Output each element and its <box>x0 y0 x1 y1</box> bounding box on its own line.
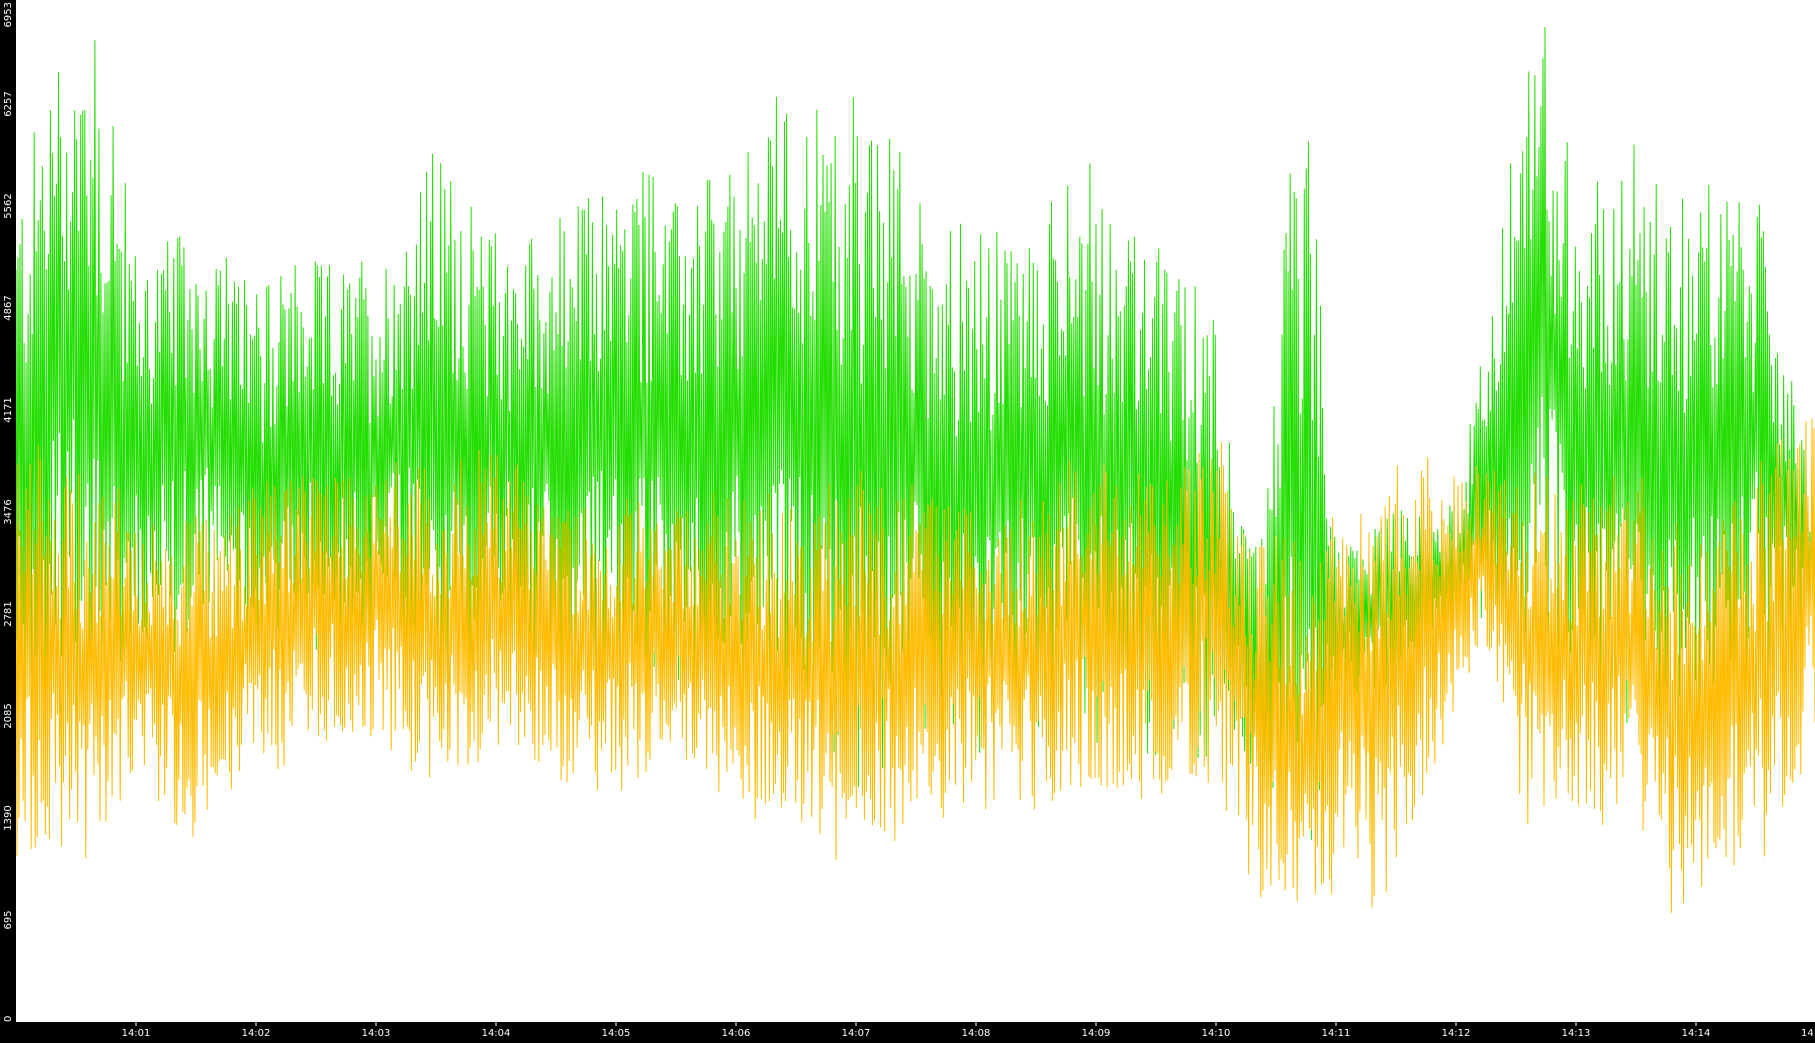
y-axis: 0 695 1390 2085 2781 3476 4171 4867 5562 6257 6953 <box>0 0 16 1039</box>
x-tick-label: 14:10 <box>1202 1028 1231 1039</box>
x-tick-label: 14:08 <box>962 1028 991 1039</box>
x-tick-label: 14:14 <box>1682 1028 1711 1039</box>
y-tick-label: 4171 <box>3 397 14 422</box>
x-tick-label: 14:01 <box>122 1028 151 1039</box>
chart-root: 0 695 1390 2085 2781 3476 4171 4867 5562 6257 6953… <box>0 0 1815 1039</box>
y-tick-label: 4867 <box>3 295 14 320</box>
x-tick-label: 14:04 <box>482 1028 511 1039</box>
y-tick-label: 695 <box>3 910 14 929</box>
x-tick-label: 14:03 <box>362 1028 391 1039</box>
throughput-chart: 0 695 1390 2085 2781 3476 4171 4867 5562 6257 6953… <box>0 0 1815 1039</box>
x-axis: 14:01 14:02 14:03 14:04 14:05 14:06 14:07 14:08… <box>0 1022 1815 1039</box>
x-tick-label: 14:09 <box>1082 1028 1111 1039</box>
y-tick-label: 5562 <box>3 193 14 218</box>
x-tick-label: 14:11 <box>1322 1028 1351 1039</box>
x-tick-label: 14:06 <box>722 1028 751 1039</box>
y-tick-label: 6953 <box>3 2 14 27</box>
x-tick-label: 14:02 <box>242 1028 271 1039</box>
y-tick-label: 6257 <box>3 91 14 116</box>
y-tick-label: 2781 <box>3 601 14 626</box>
x-tick-label: 14:07 <box>842 1028 871 1039</box>
y-tick-label: 2085 <box>3 703 14 728</box>
x-tick-label: 14:13 <box>1562 1028 1591 1039</box>
x-tick-label: 14:05 <box>602 1028 631 1039</box>
x-tick-label: 14:12 <box>1442 1028 1471 1039</box>
x-tick-label: 14:15 <box>1801 1028 1815 1039</box>
y-tick-label: 0 <box>3 1016 14 1022</box>
x-axis-strip <box>0 1022 1815 1039</box>
y-tick-label: 3476 <box>3 499 14 524</box>
y-tick-label: 1390 <box>3 805 14 830</box>
